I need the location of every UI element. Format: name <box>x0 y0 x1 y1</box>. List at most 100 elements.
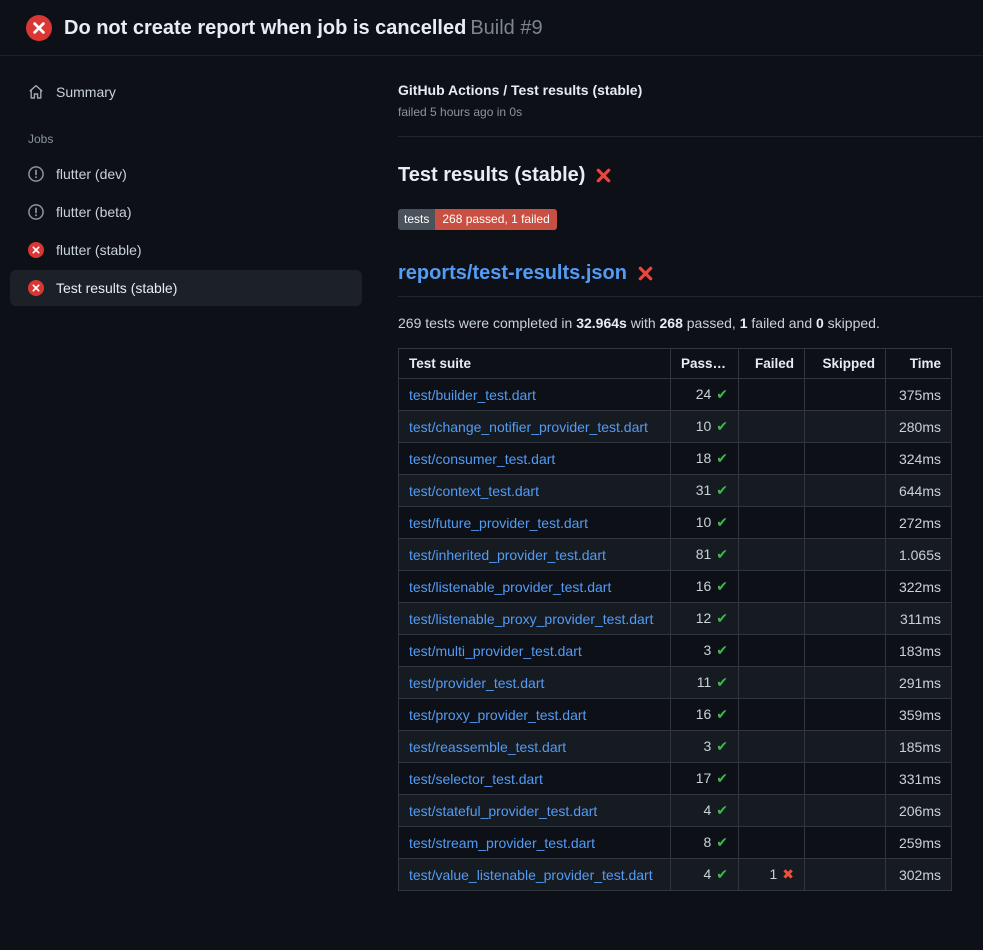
divider <box>398 136 983 137</box>
column-header-failed: Failed <box>739 349 805 379</box>
test-suite-link[interactable]: test/builder_test.dart <box>409 387 536 403</box>
failed-x-icon <box>637 265 654 282</box>
test-suite-link[interactable]: test/provider_test.dart <box>409 675 544 691</box>
summary-failed-count: 1 <box>740 315 748 331</box>
column-header-skipped: Skipped <box>805 349 886 379</box>
run-meta: failed 5 hours ago in 0s <box>398 105 983 119</box>
table-row: test/stream_provider_test.dart 8✔ ✖ 259m… <box>399 827 952 859</box>
time-value: 291ms <box>899 675 941 691</box>
summary-text: 269 tests were completed in <box>398 315 576 331</box>
main-content: GitHub Actions / Test results (stable) f… <box>374 56 983 891</box>
passed-count: 10 <box>696 514 712 530</box>
build-title-text: Do not create report when job is cancell… <box>64 17 466 39</box>
skipped-count <box>805 859 886 891</box>
time-value: 280ms <box>899 419 941 435</box>
time-value: 311ms <box>900 611 941 627</box>
check-icon: ✔ <box>716 611 728 627</box>
sidebar-item-label: Summary <box>56 84 116 100</box>
check-icon: ✔ <box>716 867 728 883</box>
test-suite-link[interactable]: test/stateful_provider_test.dart <box>409 803 597 819</box>
page-title: Do not create report when job is cancell… <box>64 16 543 40</box>
neutral-status-icon <box>28 166 44 182</box>
section-heading: Test results (stable) <box>398 164 983 187</box>
table-row: test/selector_test.dart 17✔ ✖ 331ms <box>399 763 952 795</box>
jobs-section-label: Jobs <box>28 132 362 146</box>
results-table-body: test/builder_test.dart 24✔ ✖ 375ms test/… <box>399 379 952 891</box>
time-value: 183ms <box>899 643 941 659</box>
test-suite-link[interactable]: test/stream_provider_test.dart <box>409 835 595 851</box>
check-icon: ✔ <box>716 483 728 499</box>
passed-count: 12 <box>696 610 712 626</box>
section-title-text: Test results (stable) <box>398 164 585 187</box>
time-value: 206ms <box>899 803 941 819</box>
time-value: 331ms <box>899 771 941 787</box>
passed-count: 10 <box>696 418 712 434</box>
skipped-count <box>805 475 886 507</box>
summary-text: failed and <box>748 315 817 331</box>
sidebar-item-flutter-dev[interactable]: flutter (dev) <box>10 156 362 192</box>
table-row: test/inherited_provider_test.dart 81✔ ✖ … <box>399 539 952 571</box>
build-number: Build #9 <box>470 17 542 39</box>
skipped-count <box>805 763 886 795</box>
skipped-count <box>805 571 886 603</box>
sidebar-item-label: flutter (stable) <box>56 242 142 258</box>
summary-text: with <box>627 315 660 331</box>
test-suite-link[interactable]: test/listenable_proxy_provider_test.dart <box>409 611 653 627</box>
check-icon: ✔ <box>716 547 728 563</box>
passed-count: 8 <box>703 834 711 850</box>
skipped-count <box>805 379 886 411</box>
home-icon <box>28 84 44 100</box>
table-row: test/stateful_provider_test.dart 4✔ ✖ 20… <box>399 795 952 827</box>
test-suite-link[interactable]: test/multi_provider_test.dart <box>409 643 582 659</box>
table-row: test/listenable_proxy_provider_test.dart… <box>399 603 952 635</box>
tests-badge: tests268 passed, 1 failed <box>398 209 557 230</box>
test-suite-link[interactable]: test/context_test.dart <box>409 483 539 499</box>
passed-count: 16 <box>696 706 712 722</box>
passed-count: 17 <box>696 770 712 786</box>
column-header-time: Time <box>886 349 952 379</box>
table-row: test/proxy_provider_test.dart 16✔ ✖ 359m… <box>399 699 952 731</box>
test-suite-link[interactable]: test/future_provider_test.dart <box>409 515 588 531</box>
test-suite-link[interactable]: test/change_notifier_provider_test.dart <box>409 419 648 435</box>
sidebar-item-label: Test results (stable) <box>56 280 177 296</box>
table-row: test/change_notifier_provider_test.dart … <box>399 411 952 443</box>
test-suite-link[interactable]: test/proxy_provider_test.dart <box>409 707 586 723</box>
check-icon: ✔ <box>716 739 728 755</box>
failed-x-icon <box>595 167 612 184</box>
test-suite-link[interactable]: test/listenable_provider_test.dart <box>409 579 611 595</box>
column-header-passed: Passed <box>671 349 739 379</box>
test-suite-link[interactable]: test/inherited_provider_test.dart <box>409 547 606 563</box>
time-value: 272ms <box>899 515 941 531</box>
report-file-link[interactable]: reports/test-results.json <box>398 262 627 285</box>
table-row: test/builder_test.dart 24✔ ✖ 375ms <box>399 379 952 411</box>
sidebar-item-label: flutter (beta) <box>56 204 131 220</box>
sidebar-item-summary[interactable]: Summary <box>10 74 362 110</box>
skipped-count <box>805 667 886 699</box>
check-icon: ✔ <box>716 771 728 787</box>
check-icon: ✔ <box>716 515 728 531</box>
check-icon: ✔ <box>716 707 728 723</box>
time-value: 322ms <box>899 579 941 595</box>
time-value: 1.065s <box>899 547 941 563</box>
table-row: test/listenable_provider_test.dart 16✔ ✖… <box>399 571 952 603</box>
sidebar-item-label: flutter (dev) <box>56 166 127 182</box>
sidebar-item-test-results-stable[interactable]: Test results (stable) <box>10 270 362 306</box>
test-suite-link[interactable]: test/selector_test.dart <box>409 771 543 787</box>
failed-status-icon <box>28 242 44 258</box>
check-icon: ✔ <box>716 643 728 659</box>
table-header-row: Test suite Passed Failed Skipped Time <box>399 349 952 379</box>
passed-count: 3 <box>703 642 711 658</box>
passed-count: 3 <box>703 738 711 754</box>
cross-icon: ✖ <box>782 867 794 883</box>
sidebar-item-flutter-stable[interactable]: flutter (stable) <box>10 232 362 268</box>
failed-status-icon <box>26 15 52 41</box>
report-heading: reports/test-results.json <box>398 262 983 297</box>
test-suite-link[interactable]: test/reassemble_test.dart <box>409 739 566 755</box>
results-table: Test suite Passed Failed Skipped Time te… <box>398 348 952 891</box>
check-icon: ✔ <box>716 579 728 595</box>
badge-label: tests <box>398 209 435 230</box>
time-value: 259ms <box>899 835 941 851</box>
test-suite-link[interactable]: test/value_listenable_provider_test.dart <box>409 867 653 883</box>
test-suite-link[interactable]: test/consumer_test.dart <box>409 451 555 467</box>
sidebar-item-flutter-beta[interactable]: flutter (beta) <box>10 194 362 230</box>
